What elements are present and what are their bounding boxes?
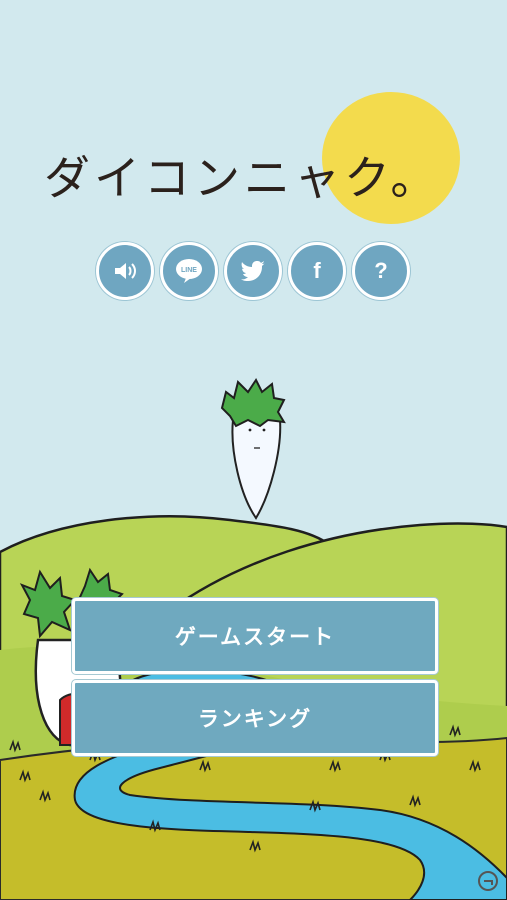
watermark-logo	[478, 871, 498, 891]
game-start-button[interactable]: ゲームスタート	[72, 598, 438, 674]
facebook-share-button[interactable]: f	[288, 242, 346, 300]
game-screen: ダイコンニャク。 LINE f ? ゲームスタート ランキング	[0, 0, 507, 900]
twitter-icon	[241, 261, 265, 281]
sound-button[interactable]	[96, 242, 154, 300]
help-button[interactable]: ?	[352, 242, 410, 300]
line-share-button[interactable]: LINE	[160, 242, 218, 300]
radish-character	[220, 378, 286, 520]
sound-icon	[115, 263, 136, 279]
game-title: ダイコンニャク。	[44, 151, 441, 205]
help-icon: ?	[374, 258, 388, 283]
twitter-share-button[interactable]	[224, 242, 282, 300]
line-icon: LINE	[176, 259, 202, 283]
social-icon-row: LINE f ?	[96, 242, 412, 300]
facebook-icon: f	[313, 258, 321, 283]
line-icon-label: LINE	[181, 267, 197, 274]
ranking-button[interactable]: ランキング	[72, 680, 438, 756]
